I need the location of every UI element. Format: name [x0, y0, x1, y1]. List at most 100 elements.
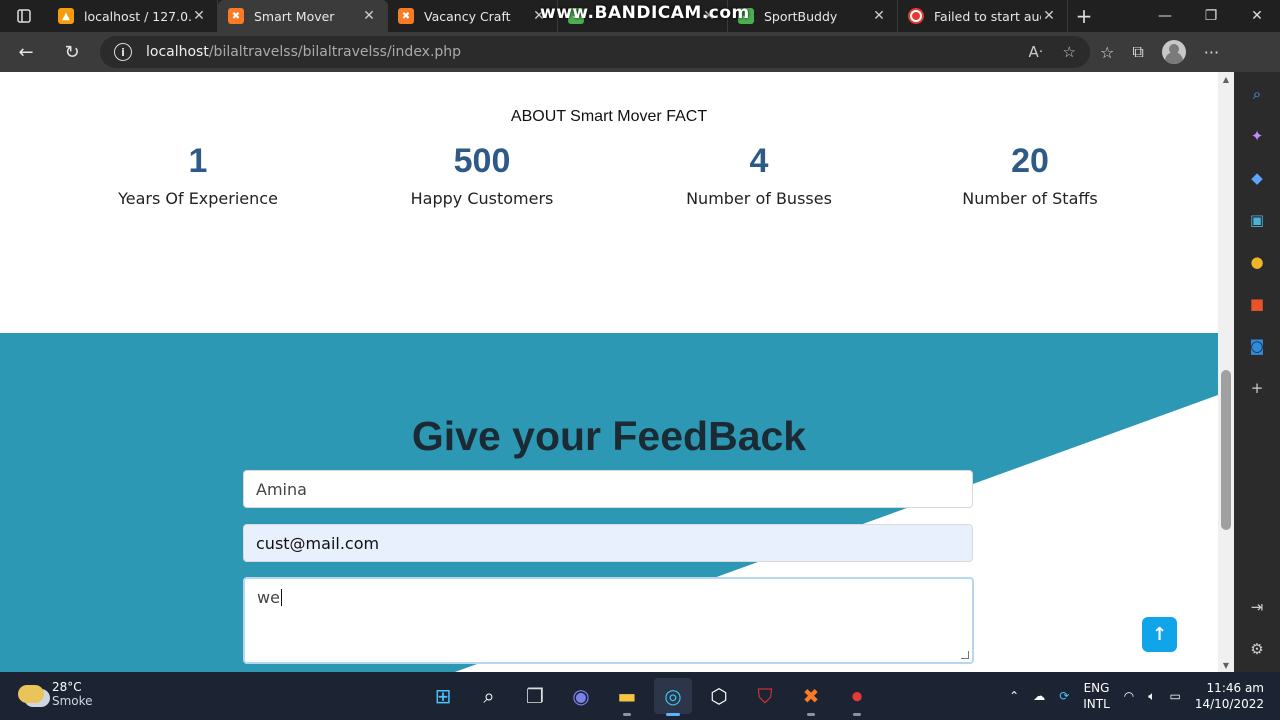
weather-temp: 28°C: [52, 680, 82, 694]
page-viewport: ABOUT Smart Mover FACT 1 Years Of Experi…: [0, 72, 1218, 672]
language-indicator[interactable]: ENG INTL: [1083, 680, 1110, 712]
add-favorite-icon[interactable]: ☆: [1063, 43, 1076, 61]
feedback-title: Give your FeedBack: [411, 413, 807, 459]
tab-title: SportBuddy: [764, 8, 838, 24]
record-icon: [908, 8, 924, 24]
wifi-icon[interactable]: ◠: [1124, 689, 1134, 703]
bandicam-watermark: www.BANDICAM.com: [540, 3, 750, 23]
fact-label: Years Of Experience: [118, 189, 278, 208]
feedback-section: Give your FeedBack Amina cust@mail.com w…: [0, 333, 1218, 672]
fact-label: Number of Busses: [686, 189, 832, 208]
weather-widget[interactable]: 28°C Smoke: [18, 680, 93, 708]
lang-top: ENG: [1083, 681, 1110, 695]
tab-title: localhost / 127.0.0.1: [84, 8, 191, 24]
tab-smart-mover[interactable]: ✖ Smart Mover ✕: [218, 0, 388, 32]
close-icon[interactable]: ✕: [1041, 8, 1057, 24]
url-host: localhost: [146, 44, 209, 60]
tools-icon[interactable]: ▣: [1247, 210, 1267, 230]
taskbar: 28°C Smoke ⊞ ⌕ ❐ ◉ ▬ ◎ ⬡ ⛉ ✖ ⏺ ⌃ ☁ ⟳ ENG…: [0, 672, 1280, 720]
search-icon[interactable]: ⌕: [1247, 84, 1267, 104]
favorites-icon[interactable]: ☆: [1100, 43, 1114, 62]
tab-sportbuddy[interactable]: ✓ SportBuddy ✕: [728, 0, 898, 32]
task-view-icon[interactable]: ❐: [516, 678, 554, 714]
fact-busses: 4 Number of Busses: [629, 142, 889, 208]
fact-number: 20: [1011, 142, 1049, 180]
back-to-top-button[interactable]: ↑: [1142, 617, 1177, 652]
add-icon[interactable]: +: [1247, 378, 1267, 398]
url-path: /bilaltravelss/bilaltravelss/index.php: [208, 44, 462, 60]
close-window-icon[interactable]: ✕: [1234, 0, 1280, 32]
name-field[interactable]: Amina: [243, 470, 973, 508]
fact-label: Number of Staffs: [962, 189, 1098, 208]
edge-icon[interactable]: ◎: [654, 678, 692, 716]
fact-customers: 500 Happy Customers: [352, 142, 612, 208]
volume-icon[interactable]: 🔈︎: [1148, 689, 1155, 704]
site-info-icon[interactable]: i: [114, 43, 132, 61]
maximize-icon[interactable]: ❐: [1188, 0, 1234, 32]
tab-strip: ▲ localhost / 127.0.0.1 ✕ ✖ Smart Mover …: [0, 0, 1280, 32]
phpmyadmin-icon: ▲: [58, 8, 74, 24]
close-icon[interactable]: ✕: [871, 8, 887, 24]
start-icon[interactable]: ⊞: [424, 678, 462, 714]
fact-number: 1: [188, 142, 208, 180]
shopping-tag-icon[interactable]: ◆: [1247, 168, 1267, 188]
hide-sidebar-icon[interactable]: ⇥: [1247, 597, 1267, 617]
resize-handle-icon[interactable]: [961, 651, 969, 659]
search-icon[interactable]: ⌕: [470, 678, 508, 714]
close-icon[interactable]: ✕: [361, 8, 377, 24]
system-tray: ⌃ ☁ ⟳ ENG INTL ◠ 🔈︎ ▭ 11:46 am 14/10/202…: [1009, 672, 1280, 720]
tab-actions-icon[interactable]: [0, 0, 48, 32]
refresh-icon[interactable]: ↻: [52, 32, 92, 72]
outlook-icon[interactable]: ◙: [1247, 336, 1267, 356]
games-icon[interactable]: ●: [1247, 252, 1267, 272]
tab-vacancy-craft[interactable]: ✖ Vacancy Craft ✕: [388, 0, 558, 32]
edge-sidebar: ⌕ ✦ ◆ ▣ ● ■ ◙ + ⇥ ⚙: [1234, 72, 1280, 672]
message-textarea[interactable]: we: [243, 577, 974, 664]
fact-staffs: 20 Number of Staffs: [900, 142, 1160, 208]
scroll-thumb[interactable]: [1221, 370, 1231, 530]
window-controls: — ❐ ✕: [1142, 0, 1280, 32]
collections-icon[interactable]: ⧉: [1132, 42, 1143, 62]
lang-bottom: INTL: [1083, 697, 1110, 711]
teams-chat-icon[interactable]: ◉: [562, 678, 600, 714]
bandicam-record-icon[interactable]: ⏺: [838, 678, 876, 716]
new-tab-button[interactable]: +: [1068, 0, 1100, 32]
scroll-up-icon[interactable]: ▲: [1218, 72, 1234, 86]
github-icon[interactable]: ⬡: [700, 678, 738, 714]
tab-title: Smart Mover: [254, 8, 335, 24]
navigation-bar: ← ↻ i localhost /bilaltravelss/bilaltrav…: [0, 32, 1280, 72]
sync-icon[interactable]: ⟳: [1059, 689, 1069, 703]
read-aloud-icon[interactable]: Aᐧ: [1028, 43, 1042, 61]
clock-time: 11:46 am: [1206, 681, 1264, 695]
clock[interactable]: 11:46 am 14/10/2022: [1195, 680, 1264, 712]
fact-years: 1 Years Of Experience: [68, 142, 328, 208]
tab-failed-audio[interactable]: Failed to start audio ✕: [898, 0, 1068, 32]
address-bar[interactable]: i localhost /bilaltravelss/bilaltravelss…: [100, 36, 1090, 68]
page-scrollbar[interactable]: ▲ ▼: [1218, 72, 1234, 672]
profile-avatar[interactable]: [1161, 40, 1186, 64]
scroll-down-icon[interactable]: ▼: [1218, 658, 1234, 672]
fact-number: 4: [749, 142, 769, 180]
mcafee-icon[interactable]: ⛉: [746, 678, 784, 714]
office-icon[interactable]: ■: [1247, 294, 1267, 314]
facts-title: ABOUT Smart Mover FACT: [510, 108, 708, 125]
tab-title: Failed to start audio: [934, 8, 1041, 24]
onedrive-icon[interactable]: ☁: [1033, 689, 1045, 703]
battery-icon[interactable]: ▭: [1169, 689, 1180, 703]
tab-phpmyadmin[interactable]: ▲ localhost / 127.0.0.1 ✕: [48, 0, 218, 32]
chevron-up-icon[interactable]: ⌃: [1009, 689, 1019, 703]
file-explorer-icon[interactable]: ▬: [608, 678, 646, 716]
back-arrow-icon[interactable]: ←: [6, 32, 46, 72]
tab-title: Vacancy Craft: [424, 8, 511, 24]
xampp-icon[interactable]: ✖: [792, 678, 830, 716]
copilot-icon[interactable]: ✦: [1247, 126, 1267, 146]
gear-icon[interactable]: ⚙: [1247, 639, 1267, 659]
minimize-icon[interactable]: —: [1142, 0, 1188, 32]
weather-icon: [18, 685, 44, 703]
xampp-icon: ✖: [398, 8, 414, 24]
close-icon[interactable]: ✕: [191, 8, 207, 24]
settings-more-icon[interactable]: ···: [1204, 43, 1219, 62]
clock-date: 14/10/2022: [1194, 697, 1264, 711]
email-field[interactable]: cust@mail.com: [243, 524, 973, 562]
weather-desc: Smoke: [52, 694, 93, 708]
